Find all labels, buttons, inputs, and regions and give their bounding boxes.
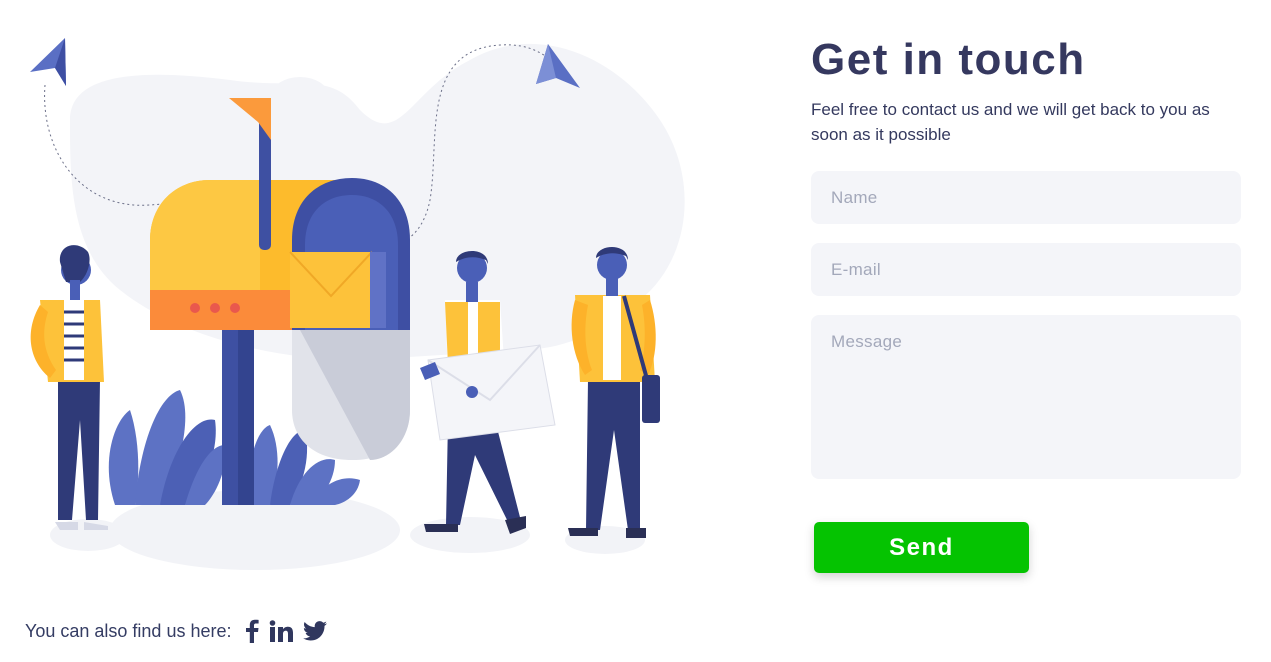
- paper-plane-icon: [30, 38, 66, 86]
- contact-page: You can also find us here: Get in touch …: [0, 0, 1271, 662]
- email-field[interactable]: [811, 243, 1241, 296]
- page-subtitle: Feel free to contact us and we will get …: [811, 100, 1210, 144]
- contact-form: Get in touch Feel free to contact us and…: [811, 30, 1243, 573]
- social-links: You can also find us here:: [25, 616, 337, 646]
- plant-left: [108, 390, 226, 505]
- message-field[interactable]: [811, 315, 1241, 479]
- linkedin-icon[interactable]: [269, 618, 294, 644]
- send-button[interactable]: Send: [814, 522, 1029, 573]
- page-title: Get in touch: [811, 35, 1086, 84]
- name-field[interactable]: [811, 171, 1241, 224]
- mailbox-illustration: [30, 38, 685, 570]
- social-label: You can also find us here:: [25, 620, 232, 641]
- person-woman: [30, 245, 108, 530]
- facebook-icon[interactable]: [245, 618, 260, 644]
- twitter-icon[interactable]: [303, 618, 328, 644]
